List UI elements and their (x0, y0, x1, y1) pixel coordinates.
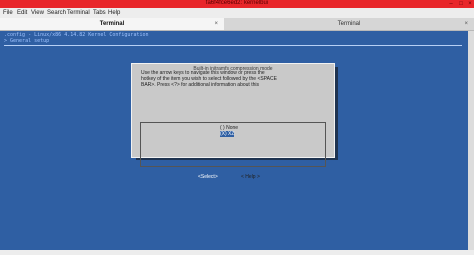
terminal-scrollbar[interactable] (468, 31, 474, 250)
tab-label: Terminal (337, 21, 361, 27)
menu-search[interactable]: Search (47, 8, 66, 18)
tab-terminal-1[interactable]: Terminal × (0, 18, 224, 30)
option-label: (X) XZ (220, 131, 235, 137)
tab-bar: Terminal × Terminal × (0, 18, 474, 31)
menubar: File Edit View Search Terminal Tabs Help (0, 8, 474, 18)
window-title: fa6f4fce6ed2: kernelbui (205, 0, 269, 6)
close-tab-icon[interactable]: × (214, 18, 218, 30)
help-button[interactable]: < Help > (241, 174, 260, 181)
close-icon[interactable]: × (467, 1, 473, 7)
menu-edit[interactable]: Edit (17, 8, 27, 18)
minimize-icon[interactable]: – (448, 1, 454, 7)
option-xz[interactable]: (X) XZ (220, 131, 235, 137)
menu-terminal[interactable]: Terminal (67, 8, 90, 18)
header-divider (4, 45, 462, 46)
window-bottom-edge (0, 250, 474, 255)
section-breadcrumb: > General setup (4, 38, 50, 44)
tab-label: Terminal (99, 21, 125, 27)
window-titlebar: fa6f4fce6ed2: kernelbui – □ × (0, 0, 474, 8)
menu-view[interactable]: View (31, 8, 44, 18)
menu-help[interactable]: Help (108, 8, 120, 18)
close-tab-icon[interactable]: × (464, 18, 468, 30)
choice-dialog: Built-in initramfs compression mode Use … (131, 63, 335, 181)
select-button[interactable]: <Select> (197, 174, 219, 181)
maximize-icon[interactable]: □ (458, 1, 464, 7)
tab-terminal-2[interactable]: Terminal × (224, 18, 474, 30)
dialog-help-text: Use the arrow keys to navigate this wind… (141, 70, 277, 88)
menu-file[interactable]: File (3, 8, 13, 18)
dialog-buttons: <Select> < Help > (132, 174, 334, 181)
menu-tabs[interactable]: Tabs (93, 8, 106, 18)
